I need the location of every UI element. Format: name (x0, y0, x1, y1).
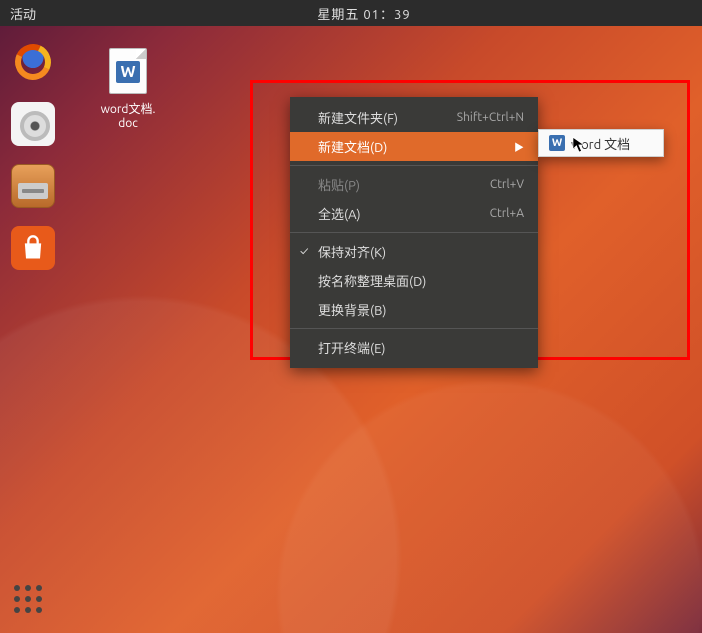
menu-organize-by-name[interactable]: 按名称整理桌面(D) (290, 266, 538, 295)
menu-new-folder[interactable]: 新建文件夹(F) Shift+Ctrl+N (290, 103, 538, 132)
dock-app-rhythmbox[interactable] (11, 102, 55, 146)
menu-label: 粘贴(P) (318, 175, 490, 194)
dock (8, 40, 58, 270)
menu-label: 按名称整理桌面(D) (318, 271, 524, 290)
menu-open-terminal[interactable]: 打开终端(E) (290, 333, 538, 362)
dock-app-firefox[interactable] (11, 40, 55, 84)
menu-label: 全选(A) (318, 204, 490, 223)
desktop-file-label-2: doc (88, 117, 168, 130)
word-w-glyph: W (116, 61, 140, 83)
menu-label: 新建文件夹(F) (318, 108, 457, 127)
menu-separator (290, 232, 538, 233)
menu-separator (290, 328, 538, 329)
chevron-right-icon: ▶ (514, 139, 524, 154)
top-bar: 活动 星期五 01：39 (0, 0, 702, 26)
submenu-label: word 文档 (571, 134, 630, 153)
menu-label: 打开终端(E) (318, 338, 524, 357)
menu-label: 保持对齐(K) (318, 242, 524, 261)
menu-paste: 粘贴(P) Ctrl+V (290, 170, 538, 199)
show-applications-button[interactable] (14, 585, 44, 615)
dock-app-software[interactable] (11, 226, 55, 270)
desktop-context-menu: 新建文件夹(F) Shift+Ctrl+N 新建文档(D) ▶ 粘贴(P) Ct… (290, 97, 538, 368)
dock-app-files[interactable] (11, 164, 55, 208)
word-doc-icon: W (109, 48, 147, 94)
clock-label[interactable]: 星期五 01：39 (36, 4, 692, 23)
activities-button[interactable]: 活动 (10, 4, 36, 23)
menu-select-all[interactable]: 全选(A) Ctrl+A (290, 199, 538, 228)
menu-separator (290, 165, 538, 166)
menu-label: 更换背景(B) (318, 300, 524, 319)
menu-change-background[interactable]: 更换背景(B) (290, 295, 538, 324)
menu-accel: Ctrl+V (490, 178, 524, 191)
desktop-file-label-1: word文档. (88, 100, 168, 117)
menu-keep-aligned[interactable]: 保持对齐(K) (290, 237, 538, 266)
menu-label: 新建文档(D) (318, 137, 506, 156)
shopping-bag-icon (19, 234, 47, 262)
menu-accel: Shift+Ctrl+N (457, 111, 524, 124)
desktop-file-word[interactable]: W word文档. doc (88, 48, 168, 130)
menu-new-document[interactable]: 新建文档(D) ▶ (290, 132, 538, 161)
word-icon: W (549, 135, 565, 151)
menu-accel: Ctrl+A (490, 207, 524, 220)
submenu-new-document[interactable]: W word 文档 (538, 129, 664, 157)
